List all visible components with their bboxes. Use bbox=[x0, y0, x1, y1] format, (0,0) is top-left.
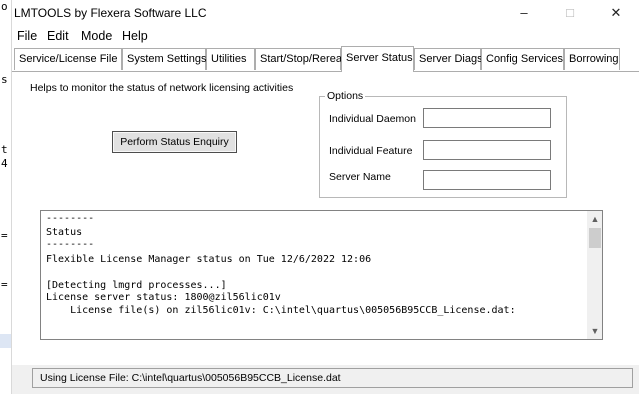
background-glyph: 4 bbox=[1, 157, 8, 170]
status-output-box[interactable]: -------- Status -------- Flexible Licens… bbox=[40, 210, 603, 340]
individual-daemon-label: Individual Daemon bbox=[329, 113, 416, 125]
individual-feature-label: Individual Feature bbox=[329, 145, 413, 157]
background-glyph: t bbox=[1, 143, 8, 156]
background-glyph: = bbox=[1, 278, 8, 291]
tab-config-services[interactable]: Config Services bbox=[481, 48, 564, 70]
menu-file[interactable]: File bbox=[17, 29, 37, 43]
options-legend: Options bbox=[325, 90, 366, 102]
minimize-button[interactable]: – bbox=[501, 0, 547, 26]
tab-start-stop-reread[interactable]: Start/Stop/Reread bbox=[255, 48, 348, 70]
tab-borrowing[interactable]: Borrowing bbox=[564, 48, 620, 70]
perform-status-enquiry-button[interactable]: Perform Status Enquiry bbox=[112, 131, 237, 153]
output-line: [Detecting lmgrd processes...] bbox=[46, 280, 227, 291]
tab-service-license-file[interactable]: Service/License File bbox=[14, 48, 122, 70]
server-name-label: Server Name bbox=[329, 171, 391, 183]
tab-utilities[interactable]: Utilities bbox=[206, 48, 255, 70]
background-glyph: s bbox=[1, 73, 8, 86]
background-glyph: = bbox=[1, 229, 8, 242]
individual-feature-input[interactable] bbox=[423, 140, 551, 160]
tab-system-settings[interactable]: System Settings bbox=[122, 48, 206, 70]
output-scrollbar[interactable]: ▲ ▼ bbox=[587, 211, 602, 339]
output-line: -------- bbox=[46, 239, 95, 250]
tab-server-status[interactable]: Server Status bbox=[341, 46, 414, 72]
tab-server-diags[interactable]: Server Diags bbox=[414, 48, 483, 70]
scroll-up-icon[interactable]: ▲ bbox=[587, 211, 602, 227]
close-button[interactable]: ✕ bbox=[593, 0, 639, 26]
maximize-button[interactable]: □ bbox=[547, 0, 593, 26]
window-title: LMTOOLS by Flexera Software LLC bbox=[14, 6, 207, 20]
scroll-thumb[interactable] bbox=[589, 228, 601, 248]
menu-edit[interactable]: Edit bbox=[47, 29, 69, 43]
status-bar: Using License File: C:\intel\quartus\005… bbox=[32, 368, 633, 388]
output-line: License server status: 1800@zil56lic01v bbox=[46, 292, 281, 303]
server-name-input[interactable] bbox=[423, 170, 551, 190]
help-text: Helps to monitor the status of network l… bbox=[30, 82, 294, 94]
license-file-status: Using License File: C:\intel\quartus\005… bbox=[40, 372, 341, 384]
background-selection bbox=[0, 334, 11, 348]
output-line: Status bbox=[46, 227, 83, 238]
menu-help[interactable]: Help bbox=[122, 29, 148, 43]
menu-mode[interactable]: Mode bbox=[81, 29, 112, 43]
individual-daemon-input[interactable] bbox=[423, 108, 551, 128]
background-window-edge: o s t 4 = = bbox=[0, 0, 12, 394]
lmtools-window: LMTOOLS by Flexera Software LLC – □ ✕ Fi… bbox=[12, 0, 639, 394]
scroll-down-icon[interactable]: ▼ bbox=[587, 323, 602, 339]
title-bar[interactable]: LMTOOLS by Flexera Software LLC – □ ✕ bbox=[12, 0, 639, 26]
output-line: Flexible License Manager status on Tue 1… bbox=[46, 254, 372, 265]
output-line: -------- bbox=[46, 213, 95, 224]
background-glyph: o bbox=[1, 0, 8, 13]
menu-bar: File Edit Mode Help bbox=[12, 26, 639, 46]
output-line: License file(s) on zil56lic01v: C:\intel… bbox=[46, 305, 516, 316]
